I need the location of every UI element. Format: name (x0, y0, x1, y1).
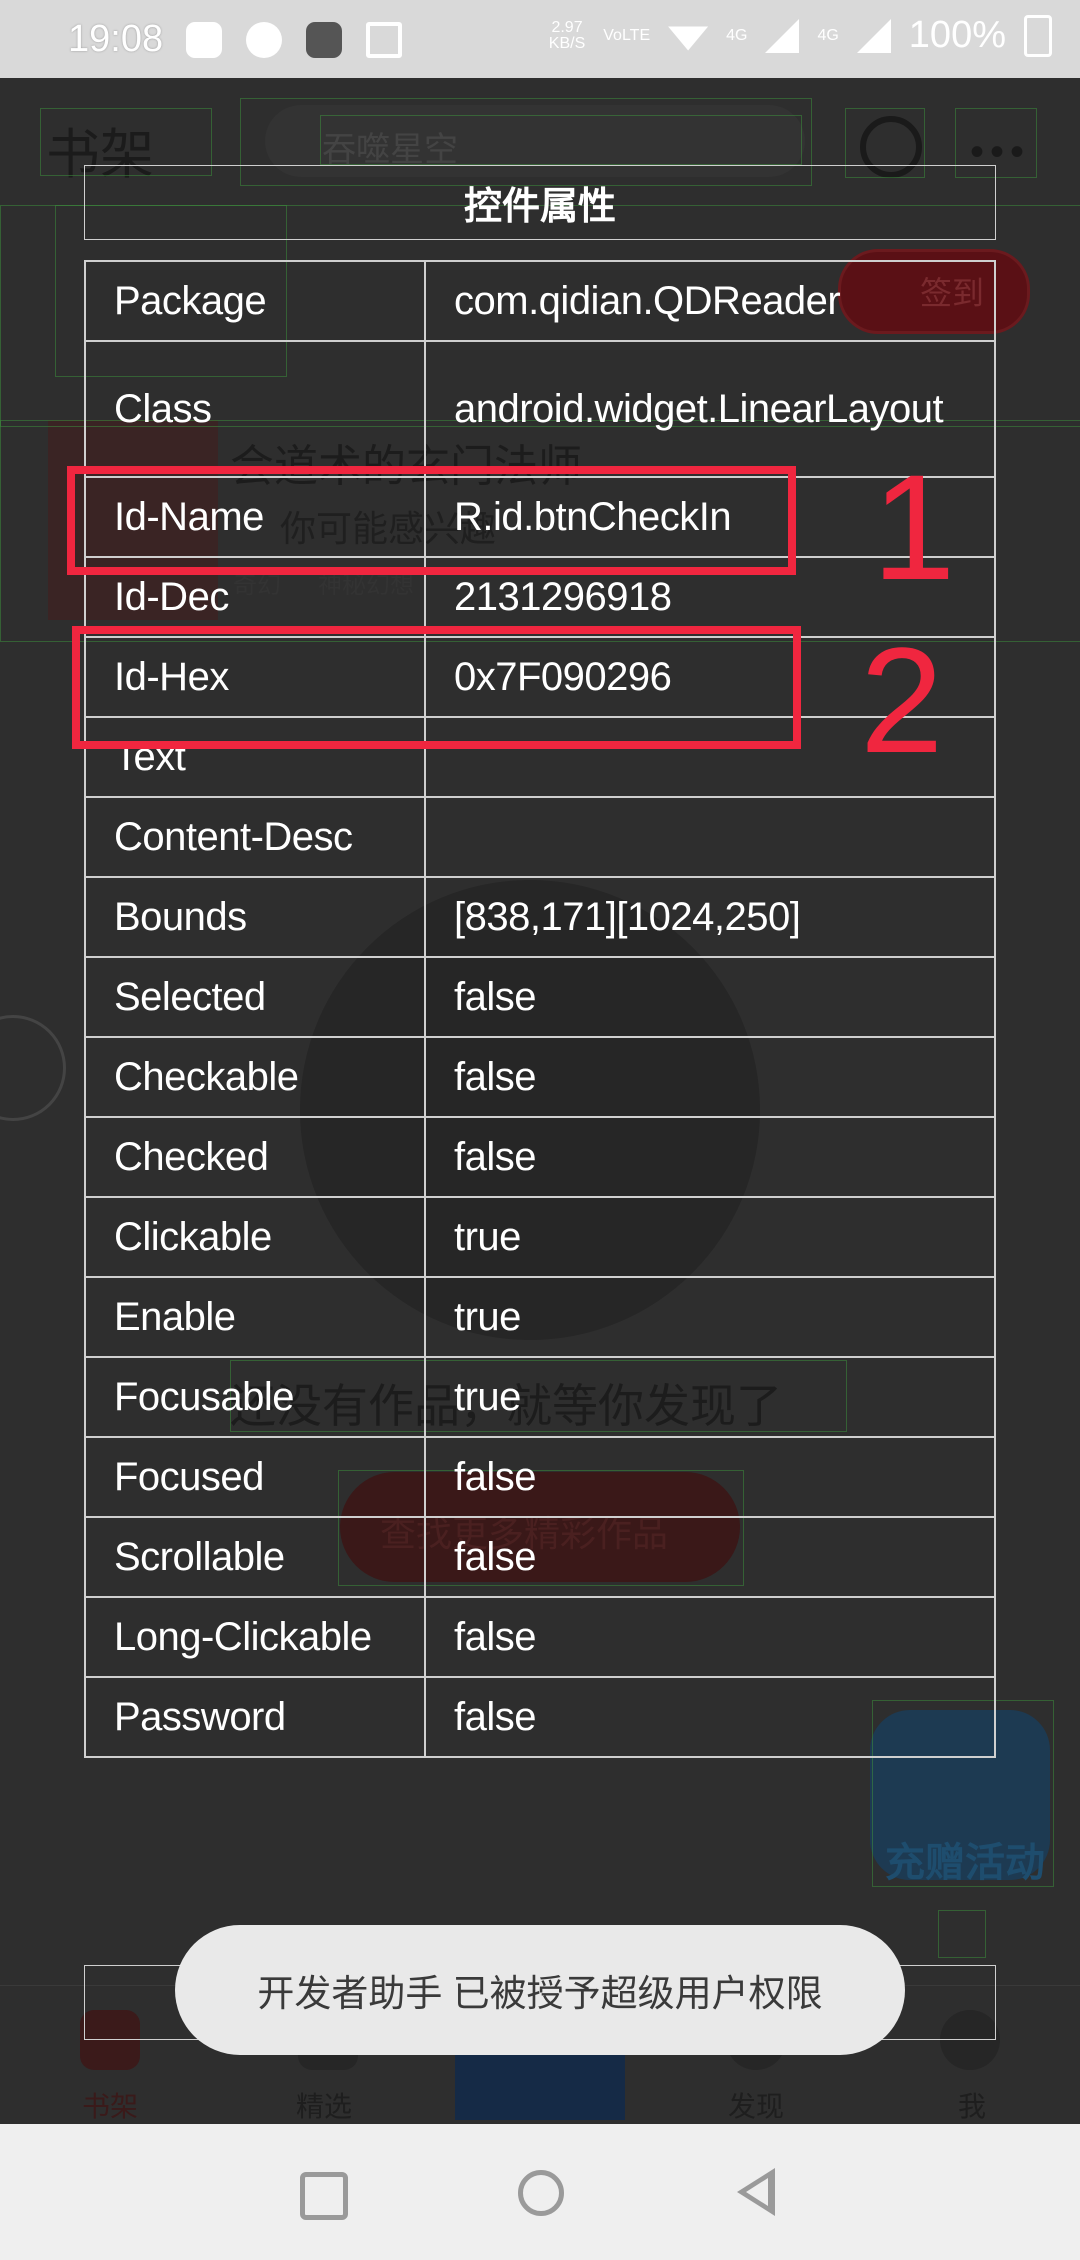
tab-me[interactable]: 我 (958, 2085, 986, 2125)
property-row: Package com.qidian.QDReader (84, 260, 996, 342)
status-bar: 19:08 2.97 KB/S VoLTE 4G 4G 100% (0, 0, 1080, 78)
tab-discover[interactable]: 发现 (728, 2085, 784, 2125)
property-row: Checkable false (84, 1036, 996, 1118)
property-value: true (424, 1356, 996, 1438)
highlight-box-id-name (67, 466, 796, 575)
annotation-number-2: 2 (860, 616, 944, 784)
property-value: com.qidian.QDReader (424, 260, 996, 342)
property-value: [838,171][1024,250] (424, 876, 996, 958)
bug-notification-icon (306, 22, 342, 58)
battery-percent: 100% (908, 14, 1006, 56)
image-notification-icon (366, 22, 402, 58)
property-row: Focusable true (84, 1356, 996, 1438)
highlight-box-id-hex (72, 626, 801, 749)
property-value: false (424, 956, 996, 1038)
property-row: Checked false (84, 1116, 996, 1198)
dialog-title: 控件属性 (84, 165, 996, 240)
property-key: Checkable (84, 1036, 426, 1118)
wifi-icon (668, 26, 709, 51)
annotation-number-1: 1 (872, 443, 956, 611)
property-row: Scrollable false (84, 1516, 996, 1598)
property-value: false (424, 1116, 996, 1198)
property-value: false (424, 1036, 996, 1118)
tab-bookshelf[interactable]: 书架 (82, 2085, 138, 2125)
tab-featured[interactable]: 精选 (296, 2085, 352, 2125)
back-button-icon-inner (746, 2178, 768, 2206)
status-right: 2.97 KB/S VoLTE 4G 4G 100% (549, 14, 1052, 57)
layout-guide (320, 115, 802, 165)
property-row: Password false (84, 1676, 996, 1758)
property-row: Bounds [838,171][1024,250] (84, 876, 996, 958)
property-key: Scrollable (84, 1516, 426, 1598)
battery-icon (1024, 14, 1052, 57)
property-row: Content-Desc (84, 796, 996, 878)
home-button-icon[interactable] (518, 2170, 564, 2216)
property-key: Clickable (84, 1196, 426, 1278)
recents-button-icon[interactable] (300, 2172, 348, 2220)
property-key: Focusable (84, 1356, 426, 1438)
status-time: 19:08 (68, 18, 164, 60)
property-row: Enable true (84, 1276, 996, 1358)
signal-label-1: 4G (726, 26, 748, 44)
property-key: Content-Desc (84, 796, 426, 878)
property-row: Focused false (84, 1436, 996, 1518)
property-key: Checked (84, 1116, 426, 1198)
property-row: Clickable true (84, 1196, 996, 1278)
net-speed-value: 2.97 (551, 18, 583, 36)
property-row: Long-Clickable false (84, 1596, 996, 1678)
property-key: Bounds (84, 876, 426, 958)
property-key: Focused (84, 1436, 426, 1518)
property-value: false (424, 1436, 996, 1518)
app-notification-icon (186, 22, 222, 58)
property-key: Package (84, 260, 426, 342)
property-key: Password (84, 1676, 426, 1758)
property-value: true (424, 1276, 996, 1358)
signal-icon (856, 18, 891, 53)
app-notification-icon (246, 22, 282, 58)
property-value: false (424, 1516, 996, 1598)
signal-icon (765, 18, 800, 53)
property-key: Long-Clickable (84, 1596, 426, 1678)
property-value (424, 796, 996, 878)
toast-message: 开发者助手 已被授予超级用户权限 (175, 1925, 905, 2055)
property-key: Enable (84, 1276, 426, 1358)
layout-guide (938, 1910, 986, 1958)
property-key: Class (84, 340, 426, 478)
property-key: Selected (84, 956, 426, 1038)
signal-label-2: 4G (817, 26, 839, 44)
property-value: true (424, 1196, 996, 1278)
volte-icon: VoLTE (603, 26, 651, 44)
property-row: Class android.widget.LinearLayout (84, 340, 996, 478)
net-speed: 2.97 KB/S (548, 18, 586, 52)
property-row: Selected false (84, 956, 996, 1038)
property-value: false (424, 1596, 996, 1678)
property-value: false (424, 1676, 996, 1758)
net-speed-unit: KB/S (548, 34, 586, 52)
